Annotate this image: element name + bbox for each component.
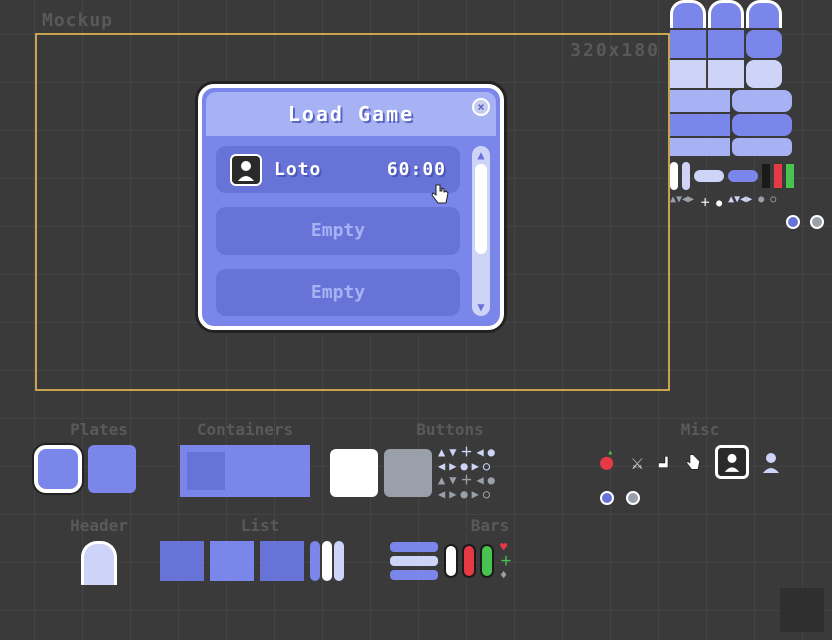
radio-on-icon [600,491,614,505]
swatch-container-flat[interactable] [234,449,278,493]
section-label-containers: Containers [180,420,310,439]
scroll-thumb[interactable] [475,164,487,254]
swatch-list-c[interactable] [260,541,304,581]
save-slot-0[interactable]: Loto 60:00 [216,146,460,193]
slot-empty-label: Empty [311,282,365,303]
section-label-buttons: Buttons [330,420,570,439]
hand-open-icon [685,451,703,473]
scrollbar[interactable]: ▲ ▼ [472,146,490,316]
save-slot-2[interactable]: Empty [216,269,460,316]
avatar-small-icon [761,450,781,474]
hand-point-icon [655,451,673,473]
section-label-bars: Bars [390,516,590,535]
scroll-track[interactable] [474,162,488,300]
swatch-plate-plain[interactable] [88,445,136,493]
section-label-list: List [160,516,360,535]
spritesheet-panel: ▲▼◀▶ ＋ ● ▲▼◀▶ ● ○ [670,0,824,231]
swatch-list-a[interactable] [160,541,204,581]
swatch-button-white[interactable] [330,449,378,497]
swatch-plate-outlined[interactable] [34,445,82,493]
slot-name: Loto [274,159,375,180]
section-label-misc: Misc [600,420,800,439]
section-label-mockup: Mockup [42,10,113,31]
canvas-dimensions: 320x180 [570,40,660,61]
swatch-vscroll[interactable] [310,541,344,581]
avatar-framed-icon [715,445,749,479]
close-button[interactable]: × [472,98,490,116]
sword-icon: ⚔ [631,450,643,474]
panel-title: Load Game [288,102,414,126]
save-slot-1[interactable]: Empty [216,207,460,254]
swatch-list-b[interactable] [210,541,254,581]
avatar-icon [230,154,262,186]
swatch-hearts: ♥ ＋ ♦ [500,541,512,581]
section-label-header: Header [44,516,154,535]
swatch-container-inset[interactable] [184,449,228,493]
apple-icon: ●▴ [600,450,619,475]
checkbox-dim-icon [810,215,824,229]
section-label-plates: Plates [34,420,164,439]
swatch-hbars[interactable] [390,542,438,580]
scroll-up-icon[interactable]: ▲ [477,148,484,162]
checkbox-off-icon [786,215,800,229]
slot-empty-label: Empty [311,220,365,241]
load-game-panel: Load Game × Loto 60:00 Empty Empty ▲ [198,84,504,330]
swatch-button-gray[interactable] [384,449,432,497]
cursor-hand-icon [430,183,452,205]
swatch-header-arch[interactable] [81,541,117,585]
panel-header: Load Game × [206,92,496,136]
logo-mark [780,588,824,632]
slot-time: 60:00 [387,159,446,180]
scroll-down-icon[interactable]: ▼ [477,300,484,314]
swatch-pills[interactable] [444,544,494,578]
radio-off-icon [626,491,640,505]
arrow-glyph-cluster: ▲▼＋◀●◀▶●▶○ ▲▼＋◀●◀▶●▶○ [438,445,499,501]
